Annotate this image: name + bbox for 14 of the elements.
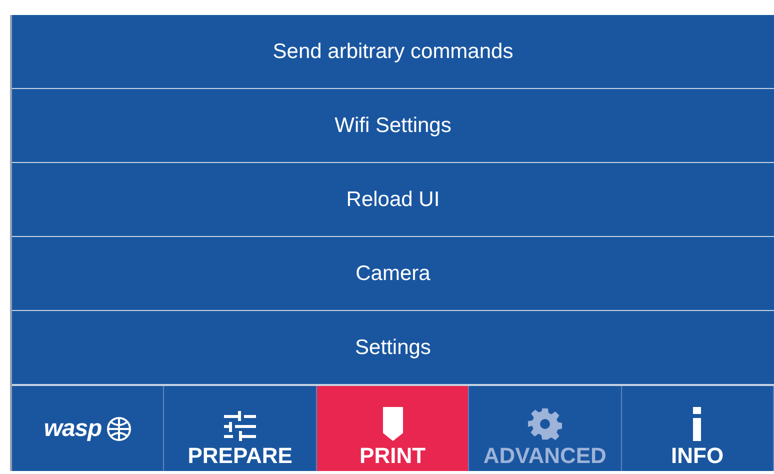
logo-text: wasp (44, 414, 102, 444)
menu-item[interactable]: Camera (12, 237, 774, 311)
nav-tab[interactable]: PREPARE (164, 386, 317, 471)
menu-item[interactable]: Settings (12, 311, 774, 385)
menu-item[interactable]: Send arbitrary commands (12, 15, 774, 89)
globe-icon (106, 416, 132, 442)
menu-item[interactable]: Wifi Settings (12, 89, 774, 163)
tag-icon (380, 407, 405, 441)
sliders-icon (224, 411, 256, 441)
nav-tab[interactable]: PRINT (316, 386, 470, 471)
info-icon (691, 407, 704, 441)
nav-tab[interactable]: INFO (622, 386, 774, 471)
gear-icon (528, 407, 562, 441)
menu-item[interactable]: Reload UI (12, 163, 774, 237)
